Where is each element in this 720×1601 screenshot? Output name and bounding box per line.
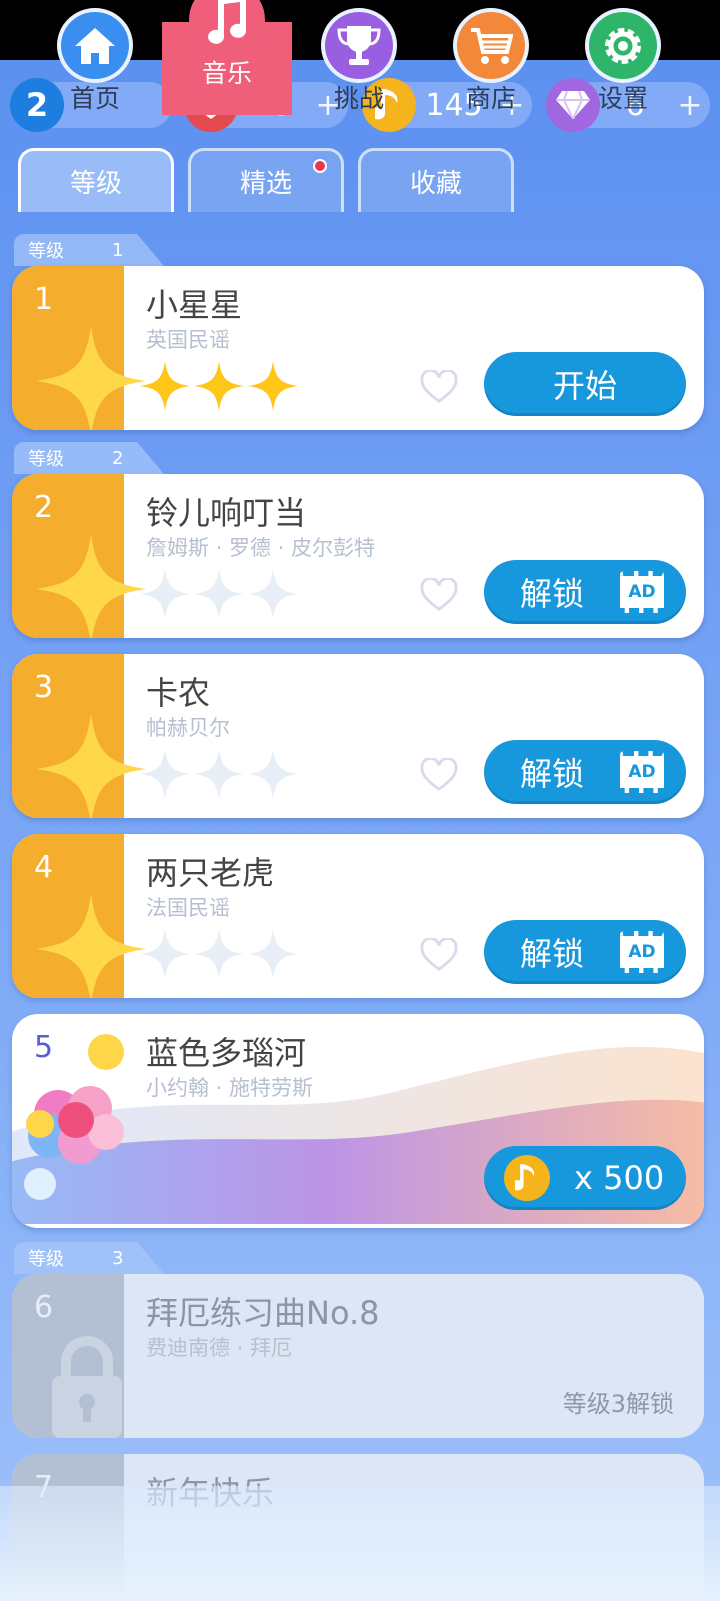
star-rating — [140, 928, 298, 980]
star-icon — [140, 361, 190, 411]
song-title: 铃儿响叮当 — [146, 494, 307, 532]
star-icon — [248, 361, 298, 411]
nav-label: 音乐 — [201, 59, 252, 88]
level-header-num: 2 — [112, 447, 124, 469]
unlock-button[interactable]: 解锁 AD — [484, 740, 686, 804]
song-artist: 费迪南德 · 拜厄 — [146, 1336, 293, 1360]
empty-star-icon — [248, 749, 298, 799]
favorite-heart-icon[interactable] — [420, 370, 458, 404]
trophy-icon — [321, 8, 397, 83]
favorite-heart-icon[interactable] — [420, 578, 458, 612]
price-label: x 500 — [574, 1159, 665, 1197]
level-header-label: 等级 — [28, 241, 64, 262]
unlock-button[interactable]: 解锁 AD — [484, 560, 686, 624]
song-number: 6 — [34, 1290, 54, 1325]
song-card[interactable]: 3 卡农 帕赫贝尔 解锁 AD — [12, 654, 704, 818]
level-header-label: 等级 — [28, 1249, 64, 1270]
sparkle-icon — [36, 326, 146, 430]
level-header-num: 1 — [112, 239, 124, 261]
empty-star-icon — [194, 569, 244, 619]
music-note-icon — [504, 1155, 550, 1201]
tab-featured-label: 精选 — [239, 169, 292, 199]
nav-label: 商店 — [465, 84, 516, 113]
gear-icon — [585, 8, 661, 83]
song-title: 小星星 — [146, 286, 243, 324]
favorite-heart-icon[interactable] — [420, 758, 458, 792]
star-rating — [140, 568, 298, 620]
song-title: 蓝色多瑙河 — [146, 1034, 307, 1072]
tab-level[interactable]: 等级 — [18, 148, 174, 212]
unlock-requirement: 等级3解锁 — [562, 1390, 674, 1418]
star-rating — [140, 360, 298, 412]
nav-music[interactable]: 音乐 — [162, 0, 292, 115]
nav-label: 设置 — [597, 84, 648, 113]
notification-dot — [313, 159, 327, 173]
level-header-num: 3 — [112, 1247, 124, 1269]
nav-shop[interactable]: 商店 — [426, 0, 556, 115]
level-header-label: 等级 — [28, 449, 64, 470]
empty-star-icon — [194, 929, 244, 979]
song-artist: 英国民谣 — [146, 328, 230, 352]
star-icon — [194, 361, 244, 411]
empty-star-icon — [140, 569, 190, 619]
tab-favorites[interactable]: 收藏 — [358, 148, 514, 212]
level-header-3: 等级 3 — [14, 1242, 164, 1274]
empty-star-icon — [140, 749, 190, 799]
unlock-button[interactable]: 解锁 AD — [484, 920, 686, 984]
song-card[interactable]: 2 铃儿响叮当 詹姆斯 · 罗德 · 皮尔彭特 解锁 AD — [12, 474, 704, 638]
unlock-label: 解锁 — [520, 575, 585, 613]
empty-star-icon — [248, 569, 298, 619]
song-card[interactable]: 4 两只老虎 法国民谣 解锁 AD — [12, 834, 704, 998]
song-number: 2 — [34, 490, 54, 525]
empty-star-icon — [140, 929, 190, 979]
sparkle-icon — [36, 534, 146, 638]
song-number: 4 — [34, 850, 54, 885]
lock-icon — [52, 1336, 122, 1438]
level-header-1: 等级 1 — [14, 234, 164, 266]
nav-label: 挑战 — [333, 84, 384, 113]
start-button[interactable]: 开始 — [484, 352, 686, 416]
sparkle-icon — [36, 894, 146, 998]
song-card[interactable]: 1 小星星 英国民谣 开始 — [12, 266, 704, 430]
cart-icon — [453, 8, 529, 83]
buy-with-notes-button[interactable]: x 500 — [484, 1146, 686, 1210]
nav-challenge[interactable]: 挑战 — [294, 0, 424, 115]
level-header-2: 等级 2 — [14, 442, 164, 474]
nav-settings[interactable]: 设置 — [558, 0, 688, 115]
song-artist: 詹姆斯 · 罗德 · 皮尔彭特 — [146, 536, 376, 560]
music-note-icon — [189, 0, 265, 58]
star-rating — [140, 748, 298, 800]
empty-star-icon — [194, 749, 244, 799]
ad-video-icon: AD — [620, 751, 664, 793]
empty-star-icon — [248, 929, 298, 979]
unlock-label: 解锁 — [520, 935, 585, 973]
song-number: 1 — [34, 282, 54, 317]
sparkle-icon — [36, 714, 146, 818]
song-artist: 小约翰 · 施特劳斯 — [146, 1076, 314, 1100]
song-artist: 帕赫贝尔 — [146, 716, 230, 740]
ad-video-icon: AD — [620, 571, 664, 613]
special-song-card[interactable]: 5 蓝色多瑙河 小约翰 · 施特劳斯 x 500 — [12, 1014, 704, 1228]
nav-label: 首页 — [69, 84, 120, 113]
song-title: 拜厄练习曲No.8 — [146, 1294, 380, 1332]
home-icon — [57, 8, 133, 83]
nav-home[interactable]: 首页 — [30, 0, 160, 115]
ad-video-icon: AD — [620, 931, 664, 973]
unlock-label: 解锁 — [520, 755, 585, 793]
song-number: 5 — [34, 1030, 54, 1065]
song-title: 两只老虎 — [146, 854, 275, 892]
locked-song-card[interactable]: 6 拜厄练习曲No.8 费迪南德 · 拜厄 等级3解锁 — [12, 1274, 704, 1438]
favorite-heart-icon[interactable] — [420, 938, 458, 972]
bottom-nav — [0, 1486, 720, 1601]
song-artist: 法国民谣 — [146, 896, 230, 920]
tab-featured[interactable]: 精选 — [188, 148, 344, 212]
song-number: 3 — [34, 670, 54, 705]
song-title: 卡农 — [146, 674, 211, 712]
